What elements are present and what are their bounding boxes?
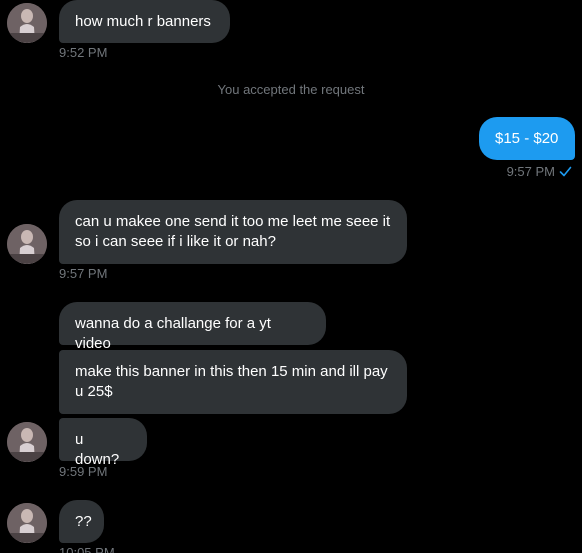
outgoing-message[interactable]: $15 - $20 — [479, 117, 575, 160]
avatar[interactable] — [7, 422, 47, 462]
avatar-image — [7, 224, 47, 264]
message-timestamp: 9:59 PM — [59, 464, 108, 479]
incoming-message[interactable]: make this banner in this then 15 min and… — [59, 350, 407, 414]
avatar[interactable] — [7, 224, 47, 264]
message-text-line: so i can seee if i like it or nah? — [75, 233, 276, 250]
conversation-view: how much r banners 9:52 PM You accepted … — [0, 0, 582, 553]
message-text: how much r banners — [75, 13, 211, 30]
incoming-message[interactable]: wanna do a challange for a yt video — [59, 302, 326, 352]
message-text-line: u 25$ — [75, 383, 113, 400]
incoming-message[interactable]: u down? — [59, 418, 147, 468]
avatar[interactable] — [7, 3, 47, 43]
avatar-image — [7, 422, 47, 462]
message-timestamp: 9:52 PM — [59, 45, 108, 60]
message-text: ?? — [75, 513, 92, 530]
incoming-message[interactable]: ?? — [59, 500, 104, 543]
avatar-image — [7, 3, 47, 43]
incoming-message[interactable]: can u makee one send it too me leet me s… — [59, 200, 407, 264]
message-timestamp: 9:57 PM — [59, 266, 108, 281]
avatar-image — [7, 503, 47, 543]
message-text-line: make this banner in this then 15 min and… — [75, 363, 388, 380]
avatar[interactable] — [7, 503, 47, 543]
message-text: wanna do a challange for a yt video — [75, 315, 271, 352]
incoming-message[interactable]: how much r banners — [59, 0, 230, 43]
message-timestamp: 9:57 PM — [506, 164, 555, 179]
message-timestamp-row: 9:57 PM — [507, 164, 572, 181]
message-text: u down? — [75, 431, 120, 468]
message-text: $15 - $20 — [495, 130, 559, 147]
message-timestamp: 10:05 PM — [59, 545, 115, 553]
system-notice: You accepted the request — [217, 82, 365, 97]
message-text-line: can u makee one send it too me leet me s… — [75, 213, 391, 230]
check-icon — [559, 165, 572, 181]
